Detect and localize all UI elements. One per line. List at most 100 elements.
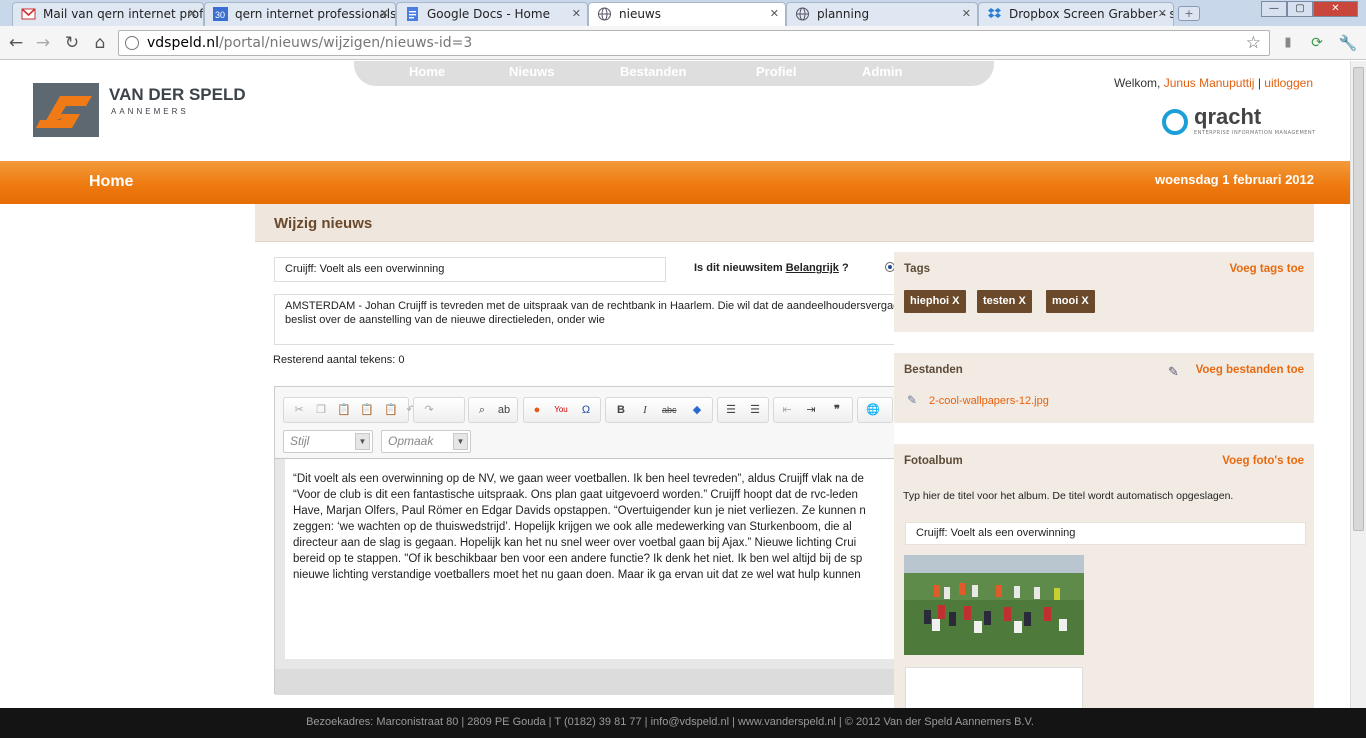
- company-name: VAN DER SPELD: [109, 85, 246, 104]
- album-description-box[interactable]: [905, 667, 1083, 711]
- new-tab-button[interactable]: +: [1178, 6, 1200, 21]
- chevron-down-icon[interactable]: ▼: [453, 433, 468, 450]
- close-tab-icon[interactable]: ✕: [770, 3, 779, 25]
- close-tab-icon[interactable]: ✕: [572, 3, 581, 25]
- chevron-down-icon[interactable]: ▼: [355, 433, 370, 450]
- qracht-logo: qracht ENTERPRISE INFORMATION MANAGEMENT: [1162, 104, 1316, 141]
- tab-dropbox[interactable]: Dropbox Screen Grabber - s ✕: [978, 2, 1174, 26]
- files-title: Bestanden: [904, 364, 963, 376]
- replace-icon[interactable]: ab: [497, 403, 511, 417]
- scrollbar-thumb[interactable]: [1353, 67, 1364, 531]
- find-icon[interactable]: ⌕: [475, 403, 489, 417]
- strikethrough-icon[interactable]: abc: [662, 403, 677, 417]
- numbered-list-icon[interactable]: ☰: [724, 403, 738, 417]
- tab-gmail[interactable]: Mail van qern internet profe ✕: [12, 2, 204, 26]
- flash-icon[interactable]: ●: [530, 403, 544, 417]
- tab-google-docs[interactable]: Google Docs - Home ✕: [396, 2, 588, 26]
- docs-icon: [407, 7, 418, 21]
- redo-icon[interactable]: ↷: [422, 403, 436, 417]
- indent-icon[interactable]: ⇥: [804, 403, 818, 417]
- nav-home[interactable]: Home: [409, 64, 445, 79]
- news-title-input[interactable]: Cruijff: Voelt als een overwinning: [274, 257, 666, 282]
- nav-bestanden[interactable]: Bestanden: [620, 64, 686, 79]
- svg-text:30: 30: [215, 10, 225, 20]
- intro-textarea[interactable]: AMSTERDAM - Johan Cruijff is tevreden me…: [274, 294, 990, 345]
- blockquote-icon[interactable]: ❞: [830, 403, 844, 417]
- paste-icon[interactable]: 📋: [337, 403, 351, 417]
- close-tab-icon[interactable]: ✕: [1158, 3, 1167, 25]
- tag-chip[interactable]: mooi X: [1046, 290, 1095, 313]
- back-arrow-icon[interactable]: ←: [6, 33, 26, 53]
- remaining-characters: Resterend aantal tekens: 0: [273, 354, 405, 366]
- sync-extension-icon[interactable]: ⟳: [1307, 33, 1327, 53]
- outdent-icon[interactable]: ⇤: [780, 403, 794, 417]
- tab-planning[interactable]: planning ✕: [786, 2, 978, 26]
- special-char-icon[interactable]: Ω: [579, 403, 593, 417]
- tags-pane: Tags Voeg tags toe hiephoi X testen X mo…: [894, 252, 1314, 332]
- tab-nieuws[interactable]: nieuws ✕: [588, 2, 786, 26]
- user-link[interactable]: Junus Manuputtij: [1164, 76, 1255, 90]
- attachment-icon: ✎: [907, 393, 918, 407]
- italic-icon[interactable]: I: [638, 403, 652, 417]
- site-footer: Bezoekadres: Marconistraat 80 | 2809 PE …: [0, 708, 1366, 738]
- remove-format-icon[interactable]: ◆: [690, 403, 704, 417]
- bold-icon[interactable]: B: [614, 403, 628, 417]
- close-window-button[interactable]: ✕: [1313, 1, 1358, 17]
- album-title-input[interactable]: Cruijff: Voelt als een overwinning: [905, 522, 1306, 545]
- format-combo[interactable]: Opmaak ▼: [381, 430, 471, 453]
- team-photo-thumbnail[interactable]: [904, 555, 1084, 655]
- forward-arrow-icon[interactable]: →: [33, 33, 53, 53]
- reload-icon[interactable]: ↻: [62, 33, 82, 53]
- section-bar: Home woensdag 1 februari 2012: [0, 161, 1350, 204]
- paste-text-icon[interactable]: 📋: [360, 403, 374, 417]
- globe-icon: [598, 7, 611, 21]
- top-navigation: Home Nieuws Bestanden Profiel Admin: [354, 61, 994, 86]
- tags-title: Tags: [904, 263, 930, 275]
- editor-toolbar: ✂ ❐ 📋 📋 📋 ↶ ↷ ⌕ ab ● You Ω B I abc ◆ ☰ ☰…: [275, 387, 987, 459]
- page-title: Wijzig nieuws: [274, 215, 373, 232]
- bullet-list-icon[interactable]: ☰: [748, 403, 762, 417]
- close-tab-icon[interactable]: ✕: [962, 3, 971, 25]
- wrench-menu-icon[interactable]: 🔧: [1338, 33, 1358, 53]
- logout-link[interactable]: uitloggen: [1264, 76, 1313, 90]
- calendar-icon: 30: [213, 7, 228, 21]
- home-icon[interactable]: ⌂: [90, 33, 110, 53]
- panel-header: Wijzig nieuws: [255, 204, 1314, 242]
- youtube-icon[interactable]: You: [554, 403, 568, 417]
- page-scrollbar[interactable]: [1350, 61, 1366, 708]
- maximize-button[interactable]: ▢: [1287, 1, 1313, 17]
- tag-chip[interactable]: testen X: [977, 290, 1032, 313]
- add-files-link[interactable]: Voeg bestanden toe: [1196, 364, 1304, 376]
- minimize-button[interactable]: —: [1261, 1, 1287, 17]
- van-der-speld-logo-icon: [33, 83, 99, 137]
- nav-profiel[interactable]: Profiel: [756, 64, 796, 79]
- welcome-text: Welkom, Junus Manuputtij | uitloggen: [1113, 76, 1313, 90]
- dropbox-icon: [988, 8, 1001, 18]
- add-photos-link[interactable]: Voeg foto's toe: [1222, 455, 1304, 467]
- editor-content[interactable]: “Dit voelt als een overwinning op de NV,…: [285, 459, 987, 659]
- editor-statusbar: [275, 669, 987, 695]
- address-bar[interactable]: vdspeld.nl/portal/nieuws/wijzigen/nieuws…: [118, 30, 1270, 56]
- paperclip-icon: ✎: [1168, 365, 1179, 380]
- signal-extension-icon[interactable]: ▮: [1278, 33, 1298, 53]
- style-combo[interactable]: Stijl ▼: [283, 430, 373, 453]
- browser-tab-strip: Mail van qern internet profe ✕ 30 qern i…: [0, 0, 1366, 26]
- close-tab-icon[interactable]: ✕: [188, 3, 197, 25]
- bookmark-star-icon[interactable]: ☆: [1246, 31, 1261, 55]
- add-tags-link[interactable]: Voeg tags toe: [1229, 263, 1304, 275]
- link-icon[interactable]: 🌐: [866, 403, 880, 417]
- close-tab-icon[interactable]: ✕: [380, 3, 389, 25]
- paste-word-icon[interactable]: 📋: [384, 403, 398, 417]
- tab-calendar[interactable]: 30 qern internet professionals - ✕: [204, 2, 396, 26]
- company-sub: AANNEMERS: [111, 107, 189, 116]
- page-info-icon: [125, 36, 139, 50]
- nav-admin[interactable]: Admin: [862, 64, 902, 79]
- file-link[interactable]: 2-cool-wallpapers-12.jpg: [929, 395, 1049, 407]
- tag-chip[interactable]: hiephoi X: [904, 290, 966, 313]
- sidebar: Tags Voeg tags toe hiephoi X testen X mo…: [894, 252, 1314, 712]
- nav-nieuws[interactable]: Nieuws: [509, 64, 555, 79]
- album-help-text: Typ hier de titel voor het album. De tit…: [903, 490, 1234, 502]
- copy-icon[interactable]: ❐: [314, 403, 328, 417]
- cut-icon[interactable]: ✂: [292, 403, 306, 417]
- important-label: Is dit nieuwsitem Belangrijk ?: [694, 262, 849, 274]
